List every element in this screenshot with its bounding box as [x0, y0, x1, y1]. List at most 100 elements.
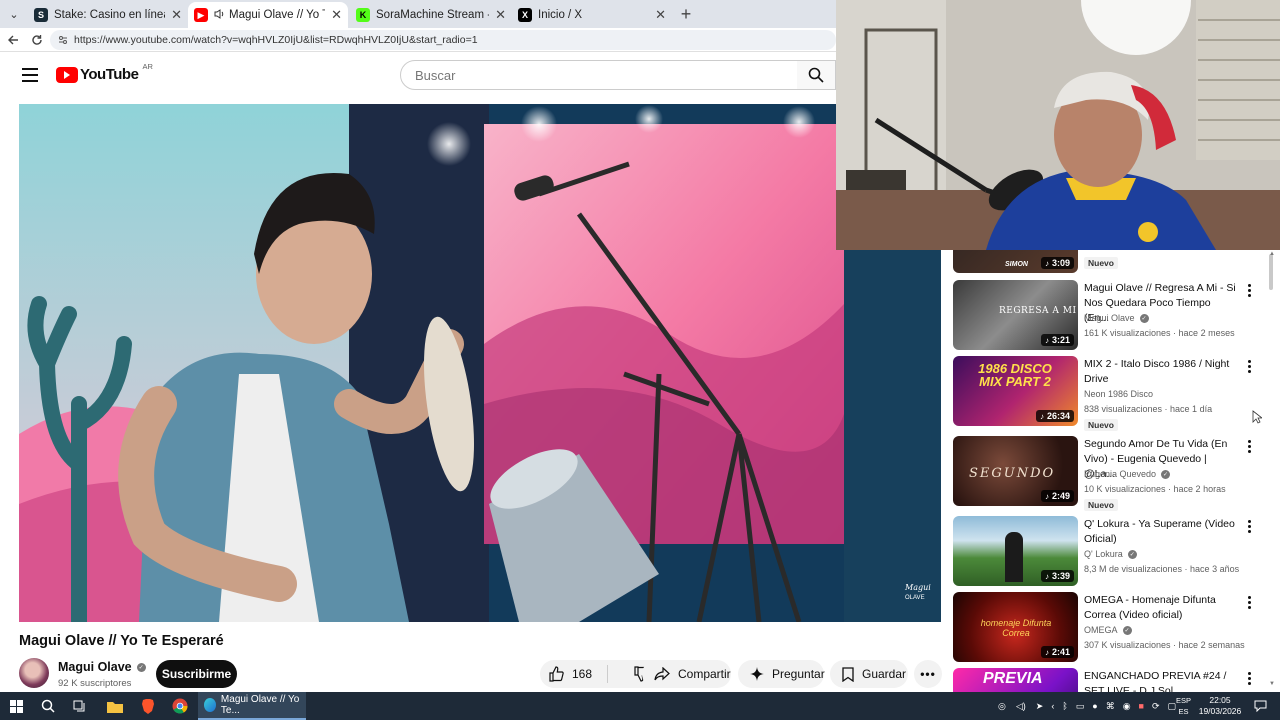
search-icon[interactable]	[38, 696, 58, 716]
like-button[interactable]: 168	[540, 665, 608, 683]
new-tab-plus-icon[interactable]: +	[676, 4, 696, 24]
close-tab-icon[interactable]: ✕	[331, 7, 342, 23]
speaker-icon[interactable]	[214, 8, 225, 22]
steam-icon[interactable]: ◉	[1123, 701, 1131, 712]
ask-button[interactable]: Preguntar	[738, 660, 825, 688]
task-view-icon[interactable]	[70, 696, 90, 716]
thumbnail-text: SIMON	[1005, 261, 1028, 268]
site-info-icon[interactable]	[58, 35, 68, 45]
tab-list-chevron-icon[interactable]: ⌄	[4, 4, 24, 24]
thumbnail-text: homenaje Difunta Correa	[980, 618, 1052, 638]
video-title[interactable]: MIX 2 - Italo Disco 1986 / Night Drive	[1084, 357, 1236, 387]
taskbar-active-window[interactable]: Magui Olave // Yo Te...	[198, 692, 306, 720]
sparkle-icon	[750, 667, 764, 681]
search-button[interactable]	[797, 60, 836, 90]
channel-avatar[interactable]	[19, 658, 49, 688]
search-input[interactable]: Buscar	[400, 60, 798, 90]
list-item[interactable]: 1986 DISCO MIX PART 2 ♪ 26:34 MIX 2 - Ita…	[953, 356, 1273, 432]
video-player[interactable]: Magui OLAVE	[19, 104, 941, 622]
list-item[interactable]: ♪ 3:39 Q' Lokura - Ya Superame (Video Ofi…	[953, 516, 1273, 586]
list-item[interactable]: PREVIA ENGANCHADO PREVIA #24 / SET LIVE …	[953, 668, 1273, 692]
video-meta: 8,3 M de visualizaciones · hace 3 años	[1084, 564, 1240, 574]
video-thumbnail[interactable]: homenaje Difunta Correa ♪ 2:41	[953, 592, 1078, 662]
bookmark-icon	[842, 666, 854, 682]
video-title[interactable]: OMEGA - Homenaje Difunta Correa (Video o…	[1084, 593, 1236, 623]
file-explorer-icon[interactable]	[105, 696, 125, 716]
tab-x[interactable]: X Inicio / X ✕	[512, 2, 672, 28]
webcam-frame	[836, 0, 1280, 250]
volume-icon[interactable]: ◁)	[1016, 701, 1026, 712]
more-vertical-icon[interactable]	[1245, 672, 1253, 687]
scroll-down-arrow-icon[interactable]: ▼	[1269, 681, 1275, 687]
notification-icon[interactable]	[1250, 696, 1270, 716]
brave-browser-icon[interactable]	[138, 696, 158, 716]
youtube-logo[interactable]: YouTube AR	[56, 62, 153, 83]
more-vertical-icon[interactable]	[1245, 360, 1253, 375]
list-item[interactable]: homenaje Difunta Correa ♪ 2:41 OMEGA - Ho…	[953, 592, 1273, 662]
channel-name[interactable]: Magui Olave ✓	[58, 660, 146, 674]
country-code: AR	[142, 62, 153, 71]
tab-stake[interactable]: S Stake: Casino en línea y Apuestas D ✕	[28, 2, 188, 28]
video-thumbnail[interactable]: ♪ 3:39	[953, 516, 1078, 586]
scroll-up-arrow-icon[interactable]: ▲	[1269, 251, 1275, 257]
clock[interactable]: 22:05 19/03/2026	[1198, 695, 1242, 717]
sync-icon[interactable]: ⟳	[1152, 701, 1160, 712]
scrollbar-thumb[interactable]	[1269, 254, 1273, 290]
save-label: Guardar	[862, 667, 907, 681]
sidebar-scrollbar[interactable]	[1267, 250, 1275, 692]
person-figure	[1005, 532, 1023, 582]
system-tray: ◎ ◁) ➤ ‹ ᛒ ▭ ● ⌘ ◉ ■ ⟳ ▢	[998, 692, 1176, 720]
more-vertical-icon[interactable]	[1245, 520, 1253, 535]
more-vertical-icon[interactable]	[1245, 440, 1253, 455]
share-button[interactable]: Compartir	[642, 660, 731, 688]
tray-app-icon[interactable]: ◎	[998, 701, 1006, 712]
list-item[interactable]: SEGUNDO ♪ 2:49 Segundo Amor De Tu Vida (E…	[953, 436, 1273, 512]
channel-link[interactable]: OMEGA ✓	[1084, 625, 1132, 635]
input-language[interactable]: ESP ES	[1176, 695, 1191, 717]
save-button[interactable]: Guardar	[830, 660, 908, 688]
close-tab-icon[interactable]: ✕	[655, 7, 666, 23]
microphone-icon[interactable]: ●	[1092, 701, 1097, 711]
channel-link[interactable]: Eugenia Quevedo ✓	[1084, 469, 1171, 479]
video-thumbnail[interactable]: SIMON ♪ 3:09	[953, 250, 1078, 273]
windows-taskbar: Magui Olave // Yo Te... ◎ ◁) ➤ ‹ ᛒ ▭ ● ⌘…	[0, 692, 1280, 720]
mouse-cursor-icon	[1252, 410, 1262, 424]
more-actions-button[interactable]: •••	[914, 660, 942, 688]
video-meta: 10 K visualizaciones · hace 2 horas	[1084, 484, 1226, 494]
close-tab-icon[interactable]: ✕	[171, 7, 182, 23]
chevron-left-icon[interactable]: ‹	[1051, 701, 1054, 711]
watermark-text: Magui	[904, 583, 931, 592]
network-icon[interactable]: ⌘	[1106, 701, 1115, 712]
telegram-icon[interactable]: ➤	[1036, 701, 1044, 712]
more-vertical-icon[interactable]	[1245, 284, 1253, 299]
app-red-icon[interactable]: ■	[1139, 701, 1144, 711]
windows-start-icon[interactable]	[6, 696, 26, 716]
tab-kick[interactable]: K SoraMachine Stream - Watch Live ✕	[350, 2, 512, 28]
channel-link[interactable]: Q' Lokura ✓	[1084, 549, 1137, 559]
chrome-icon[interactable]	[170, 696, 190, 716]
list-item[interactable]: SIMON ♪ 3:09 Nuevo	[953, 250, 1273, 273]
list-item[interactable]: REGRESA A MI ♪ 3:21 Magui Olave // Regres…	[953, 280, 1273, 350]
display-icon[interactable]: ▢	[1168, 701, 1177, 712]
close-tab-icon[interactable]: ✕	[495, 7, 506, 23]
video-thumbnail[interactable]: REGRESA A MI ♪ 3:21	[953, 280, 1078, 350]
tab-youtube[interactable]: ▶ Magui Olave // Yo Te Esperaré ✕	[188, 2, 348, 28]
share-label: Compartir	[678, 667, 731, 681]
url-field[interactable]: https://www.youtube.com/watch?v=wqhHVLZ0…	[50, 30, 836, 50]
video-thumbnail[interactable]: PREVIA	[953, 668, 1078, 692]
channel-link[interactable]: Neon 1986 Disco	[1084, 389, 1153, 399]
subscribe-button[interactable]: Suscribirme	[156, 660, 237, 688]
video-thumbnail[interactable]: 1986 DISCO MIX PART 2 ♪ 26:34	[953, 356, 1078, 426]
video-thumbnail[interactable]: SEGUNDO ♪ 2:49	[953, 436, 1078, 506]
video-title[interactable]: ENGANCHADO PREVIA #24 / SET LIVE - D.J S…	[1084, 669, 1236, 692]
video-title[interactable]: Q' Lokura - Ya Superame (Video Oficial)	[1084, 517, 1236, 547]
bluetooth-icon[interactable]: ᛒ	[1062, 701, 1067, 711]
thumbs-up-icon	[548, 666, 564, 682]
more-vertical-icon[interactable]	[1245, 596, 1253, 611]
usb-icon[interactable]: ▭	[1076, 701, 1085, 712]
duration-badge: ♪ 2:41	[1040, 646, 1074, 658]
back-arrow-icon[interactable]	[4, 31, 22, 49]
channel-link[interactable]: Magui Olave ✓	[1084, 313, 1149, 323]
reload-icon[interactable]	[28, 31, 46, 49]
menu-icon[interactable]	[22, 68, 38, 82]
